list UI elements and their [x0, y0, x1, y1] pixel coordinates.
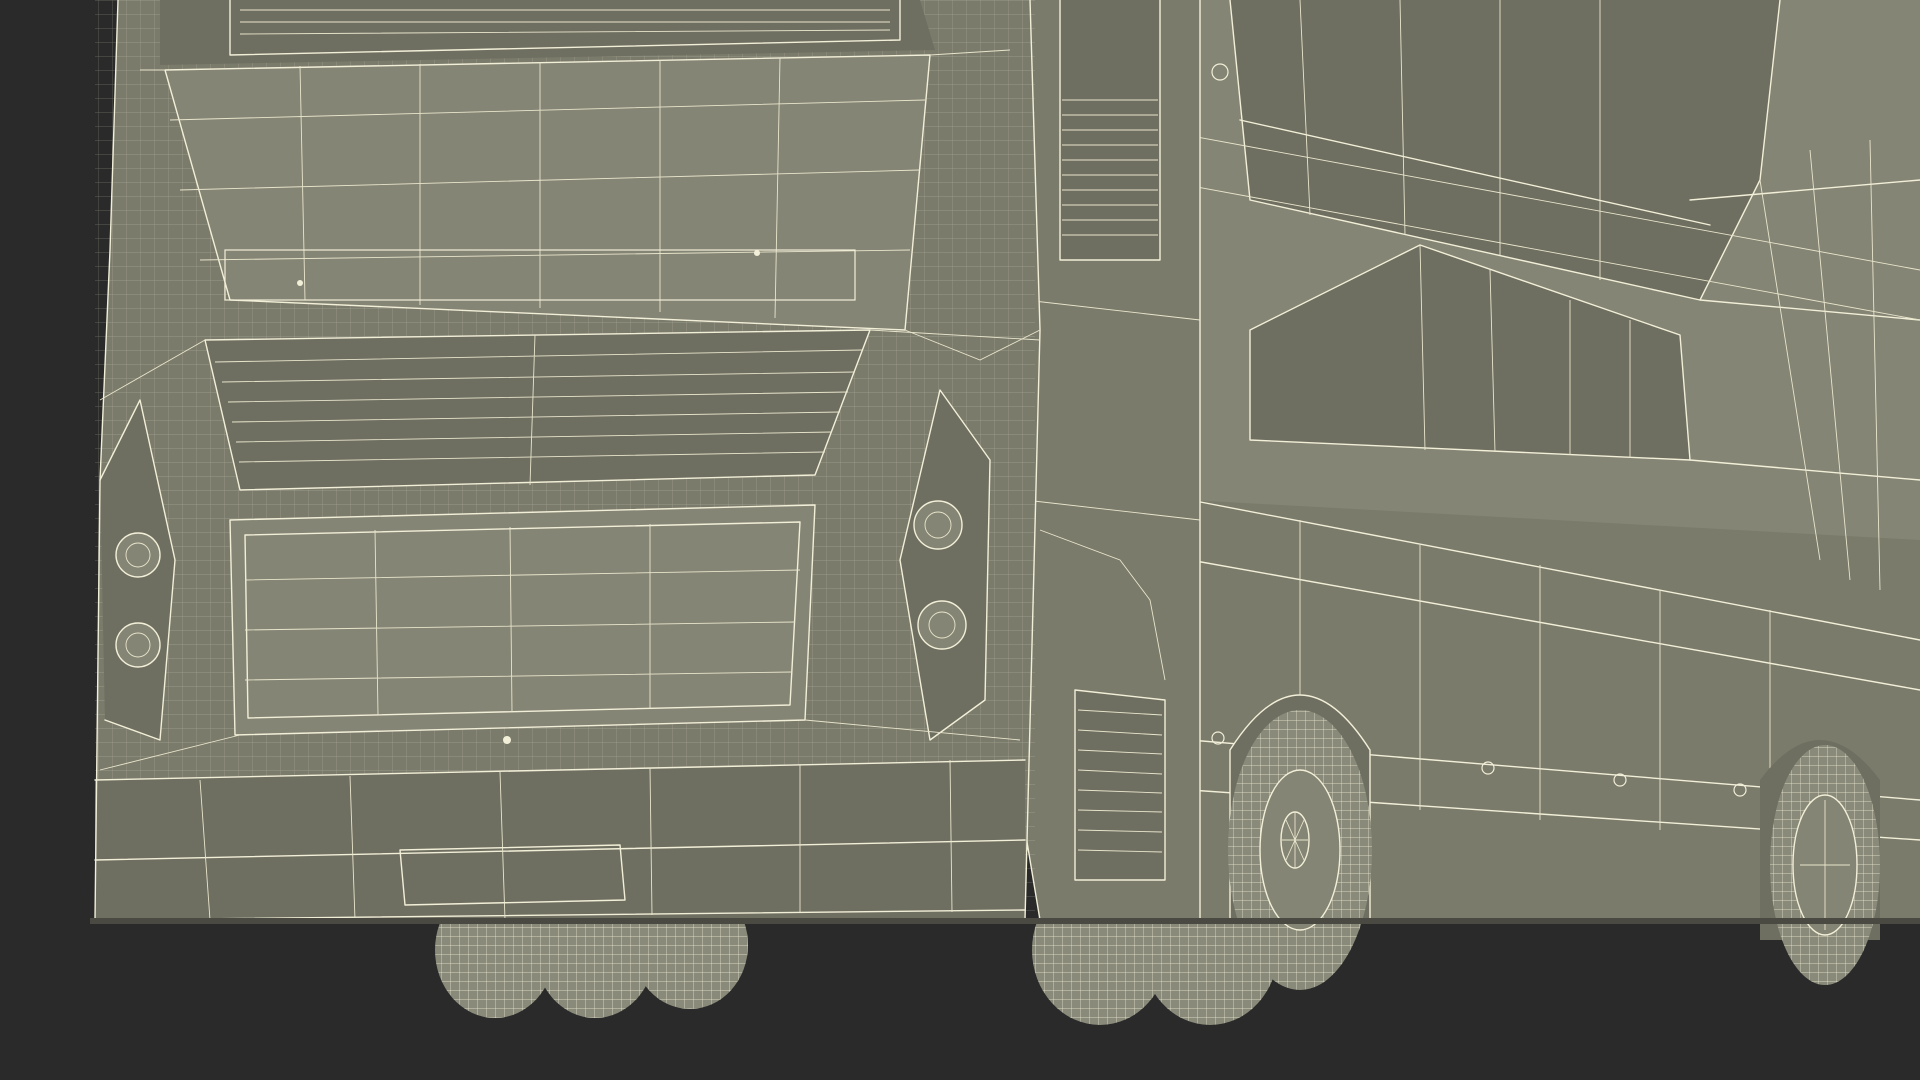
bus-rear-body	[94, 0, 1041, 921]
bus-wireframe-render	[90, 0, 1920, 1025]
corner-pillar	[1009, 0, 1201, 921]
render-viewport	[0, 0, 1920, 1080]
chassis-shadow	[90, 918, 1920, 924]
